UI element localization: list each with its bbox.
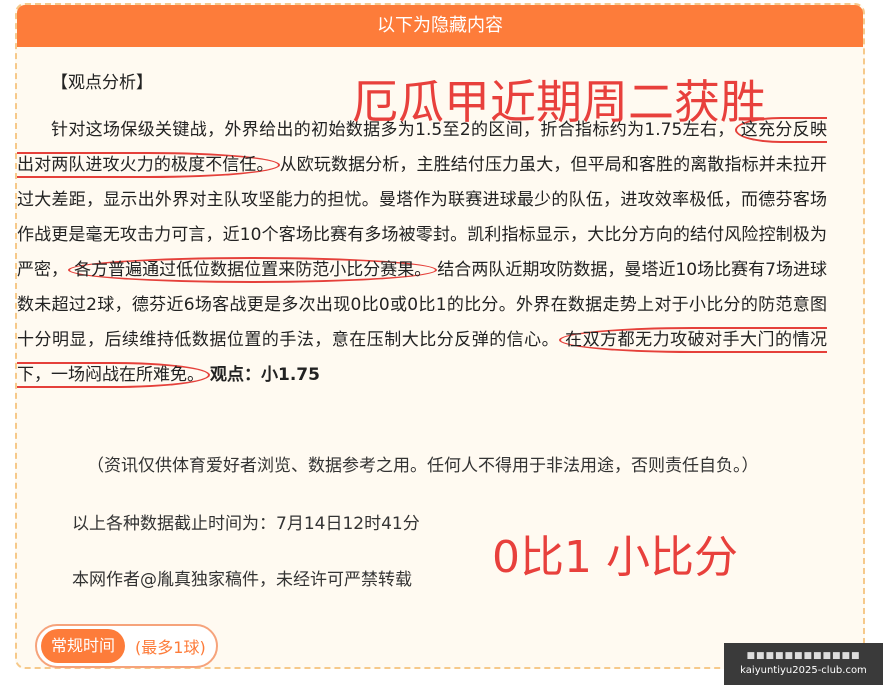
copyright-notice: 本网作者@胤真独家稿件，未经许可严禁转载 bbox=[72, 570, 412, 590]
overlay-title: 厄瓜甲近期周二获胜 bbox=[352, 75, 766, 129]
panel-header: 以下为隐藏内容 bbox=[17, 5, 863, 47]
time-tag[interactable]: 常规时间 (最多1球) bbox=[35, 624, 218, 668]
view-label: 观点：小1.75 bbox=[210, 365, 320, 385]
time-tag-main: 常规时间 bbox=[41, 629, 126, 663]
analysis-paragraph: 针对这场保级关键战，外界给出的初始数据多为1.5至2的区间，折合指标约为1.75… bbox=[17, 113, 828, 393]
watermark-line-2: kaiyuntiyu2025-club.com bbox=[740, 665, 867, 676]
time-tag-sub: (最多1球) bbox=[135, 638, 206, 657]
overlay-score: 0比1 小比分 bbox=[492, 532, 738, 583]
data-cutoff-time: 以上各种数据截止时间为：7月14日12时41分 bbox=[72, 514, 420, 534]
watermark-line-1: ■■■■■■■■■■■■ bbox=[746, 651, 861, 661]
disclaimer: （资讯仅供体育爱好者浏览、数据参考之用。任何人不得用于非法用途，否则责任自负。） bbox=[87, 456, 759, 476]
site-watermark: ■■■■■■■■■■■■ kaiyuntiyu2025-club.com bbox=[724, 643, 883, 685]
circled-text-2: 各方普遍通过低位数据位置来防范小比分赛果。 bbox=[68, 257, 438, 283]
